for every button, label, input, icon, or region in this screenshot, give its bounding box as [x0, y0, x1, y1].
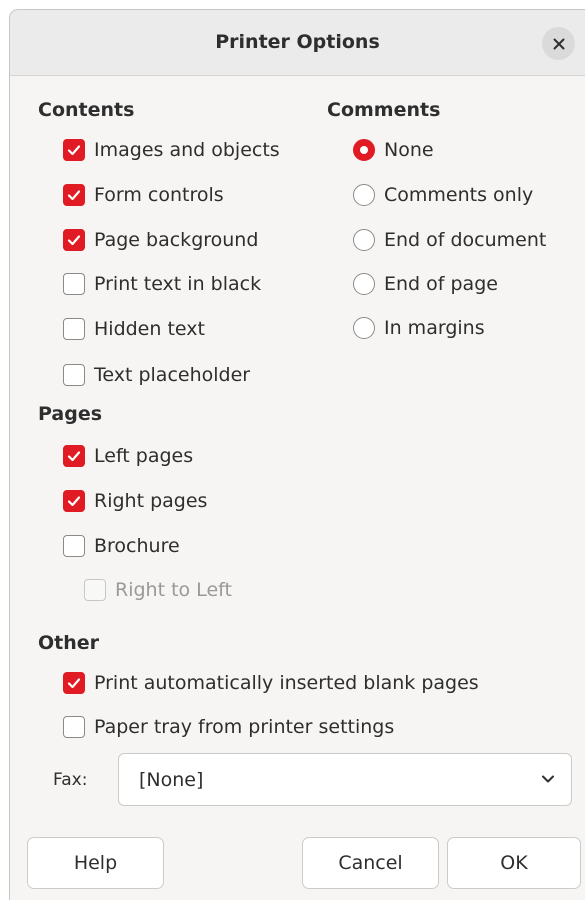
checkbox-box[interactable] — [63, 672, 85, 694]
radio-end-of-page[interactable]: End of page — [353, 270, 498, 298]
checkbox-label: Hidden text — [94, 318, 205, 340]
checkbox-label: Right to Left — [115, 579, 232, 601]
checkbox-form-controls[interactable]: Form controls — [63, 181, 224, 209]
checkbox-label: Paper tray from printer settings — [94, 716, 395, 738]
checkbox-box[interactable] — [63, 229, 85, 251]
radio-none[interactable]: None — [353, 136, 434, 164]
checkbox-label: Form controls — [94, 184, 224, 206]
checkbox-box[interactable] — [63, 490, 85, 512]
radio-label: In margins — [384, 317, 485, 339]
checkbox-box[interactable] — [63, 184, 85, 206]
check-icon — [67, 235, 81, 246]
radio-button[interactable] — [353, 139, 375, 161]
check-icon — [67, 678, 81, 689]
checkbox-page-background[interactable]: Page background — [63, 226, 258, 254]
checkbox-hidden-text[interactable]: Hidden text — [63, 315, 205, 343]
checkbox-box[interactable] — [63, 139, 85, 161]
chevron-down-icon — [542, 775, 554, 783]
checkbox-box[interactable] — [63, 445, 85, 467]
printer-options-dialog: Printer Options Contents Images and obje… — [9, 9, 585, 900]
checkbox-print-text-in-black[interactable]: Print text in black — [63, 270, 261, 298]
checkbox-label: Page background — [94, 229, 259, 251]
checkbox-box[interactable] — [63, 273, 85, 295]
checkbox-print-blank-pages[interactable]: Print automatically inserted blank pages — [63, 669, 479, 697]
checkbox-box[interactable] — [63, 318, 85, 340]
fax-label: Fax: — [53, 770, 88, 790]
checkbox-label: Print automatically inserted blank pages — [94, 672, 479, 694]
checkbox-box[interactable] — [63, 364, 85, 386]
radio-in-margins[interactable]: In margins — [353, 314, 485, 342]
radio-button[interactable] — [353, 184, 375, 206]
checkbox-brochure[interactable]: Brochure — [63, 532, 180, 560]
close-icon — [553, 38, 564, 49]
fax-select-value: [None] — [139, 768, 204, 791]
checkbox-label: Right pages — [94, 490, 208, 512]
checkbox-label: Images and objects — [94, 139, 280, 161]
radio-button[interactable] — [353, 317, 375, 339]
title-bar: Printer Options — [10, 10, 585, 76]
check-icon — [67, 190, 81, 201]
check-icon — [67, 451, 81, 462]
radio-label: End of document — [384, 229, 547, 251]
contents-heading: Contents — [38, 99, 135, 121]
radio-button[interactable] — [353, 229, 375, 251]
checkbox-paper-tray[interactable]: Paper tray from printer settings — [63, 713, 394, 741]
check-icon — [67, 496, 81, 507]
dialog-title: Printer Options — [215, 31, 380, 53]
help-button[interactable]: Help — [27, 837, 164, 889]
ok-button[interactable]: OK — [447, 837, 581, 889]
cancel-button[interactable]: Cancel — [302, 837, 439, 889]
checkbox-box[interactable] — [63, 716, 85, 738]
checkbox-images-and-objects[interactable]: Images and objects — [63, 136, 280, 164]
checkbox-right-pages[interactable]: Right pages — [63, 487, 207, 515]
radio-label: Comments only — [384, 184, 534, 206]
checkbox-text-placeholder[interactable]: Text placeholder — [63, 361, 250, 389]
radio-end-of-document[interactable]: End of document — [353, 226, 546, 254]
radio-label: End of page — [384, 273, 498, 295]
checkbox-label: Print text in black — [94, 273, 262, 295]
checkbox-box — [84, 579, 106, 601]
fax-select[interactable]: [None] — [118, 753, 572, 806]
checkbox-label: Brochure — [94, 535, 180, 557]
radio-comments-only[interactable]: Comments only — [353, 181, 533, 209]
checkbox-box[interactable] — [63, 535, 85, 557]
radio-label: None — [384, 139, 434, 161]
pages-heading: Pages — [38, 403, 103, 425]
check-icon — [67, 145, 81, 156]
checkbox-right-to-left: Right to Left — [84, 576, 232, 604]
checkbox-label: Left pages — [94, 445, 194, 467]
comments-heading: Comments — [327, 99, 441, 121]
checkbox-label: Text placeholder — [94, 364, 251, 386]
close-button[interactable] — [542, 27, 575, 60]
other-heading: Other — [38, 632, 100, 654]
radio-button[interactable] — [353, 273, 375, 295]
checkbox-left-pages[interactable]: Left pages — [63, 442, 193, 470]
radio-dot — [360, 146, 368, 154]
